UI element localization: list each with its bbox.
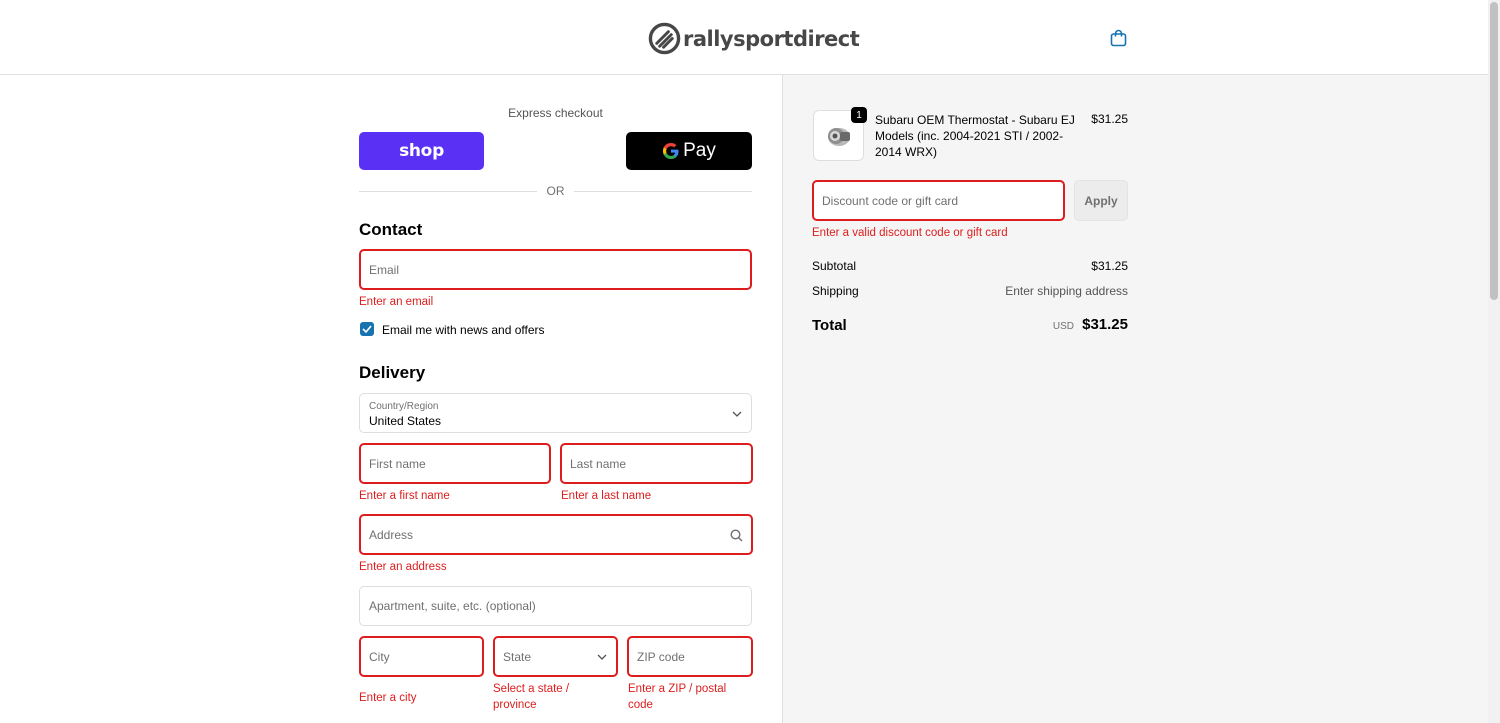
country-label: Country/Region	[369, 401, 439, 412]
subtotal-label: Subtotal	[812, 259, 857, 273]
total-currency: USD	[1052, 321, 1074, 332]
city-field[interactable]: City	[359, 636, 484, 677]
address-field[interactable]: Address	[359, 514, 753, 555]
total-label: Total	[812, 317, 847, 334]
store-logo[interactable]: rallysportdirect	[648, 22, 860, 55]
last-name-placeholder: Last name	[570, 456, 627, 471]
zip-code-error: Enter a ZIP / postal code	[628, 683, 727, 711]
scrollbar-thumb[interactable]	[1490, 2, 1498, 300]
shop-pay-button[interactable]: shop	[359, 132, 484, 170]
address-placeholder: Address	[369, 527, 414, 542]
subtotal-value: $31.25	[1091, 259, 1128, 273]
logo-text: rallysportdirect	[683, 26, 860, 51]
state-error: Select a state / province	[493, 683, 570, 711]
shipping-value: Enter shipping address	[1005, 284, 1128, 298]
zip-code-field[interactable]: ZIP code	[627, 636, 753, 677]
last-name-error: Enter a last name	[561, 490, 652, 502]
newsletter-checkbox[interactable]	[360, 322, 374, 336]
city-placeholder: City	[369, 649, 390, 664]
country-select[interactable]: Country/Region United States	[359, 393, 752, 433]
product-price: $31.25	[1091, 112, 1128, 126]
google-g-icon	[663, 143, 679, 159]
google-pay-button[interactable]: Pay	[626, 132, 752, 170]
page-scrollbar[interactable]	[1488, 0, 1500, 723]
express-checkout-title: Express checkout	[508, 106, 603, 120]
first-name-field[interactable]: First name	[359, 443, 551, 484]
total-value: $31.25	[1082, 316, 1128, 333]
state-placeholder: State	[503, 649, 532, 664]
shopping-bag-icon[interactable]	[1110, 29, 1127, 47]
newsletter-label[interactable]: Email me with news and offers	[382, 323, 545, 337]
city-error: Enter a city	[359, 692, 417, 704]
discount-code-input[interactable]: Discount code or gift card	[812, 180, 1065, 221]
email-field[interactable]: Email	[359, 249, 752, 290]
logo-mark-icon	[648, 22, 681, 55]
checkmark-icon	[362, 325, 372, 333]
zip-code-placeholder: ZIP code	[637, 649, 685, 664]
discount-code-placeholder: Discount code or gift card	[822, 193, 959, 208]
quantity-badge: 1	[851, 107, 867, 123]
product-name: Subaru OEM Thermostat - Subaru EJ Models…	[875, 113, 1075, 159]
delivery-heading: Delivery	[359, 363, 426, 382]
country-value: United States	[369, 414, 442, 428]
site-header: rallysportdirect	[0, 0, 1488, 75]
chevron-down-icon	[597, 654, 607, 660]
state-select[interactable]: State	[493, 636, 618, 677]
email-error: Enter an email	[359, 296, 434, 308]
first-name-error: Enter a first name	[359, 490, 450, 502]
or-divider: OR	[359, 184, 752, 198]
apartment-placeholder: Apartment, suite, etc. (optional)	[369, 599, 536, 613]
email-placeholder: Email	[369, 262, 400, 277]
order-summary-panel	[782, 75, 1488, 723]
address-error: Enter an address	[359, 561, 447, 573]
google-pay-label: Pay	[683, 140, 716, 161]
apartment-field[interactable]: Apartment, suite, etc. (optional)	[359, 586, 752, 626]
first-name-placeholder: First name	[369, 456, 426, 471]
shipping-label: Shipping	[812, 284, 859, 298]
chevron-down-icon	[732, 411, 742, 417]
discount-error: Enter a valid discount code or gift card	[812, 227, 1008, 239]
contact-heading: Contact	[359, 220, 423, 239]
search-icon[interactable]	[730, 529, 743, 542]
divider-line-right	[574, 191, 752, 192]
last-name-field[interactable]: Last name	[560, 443, 753, 484]
apply-discount-button[interactable]: Apply	[1074, 180, 1128, 221]
